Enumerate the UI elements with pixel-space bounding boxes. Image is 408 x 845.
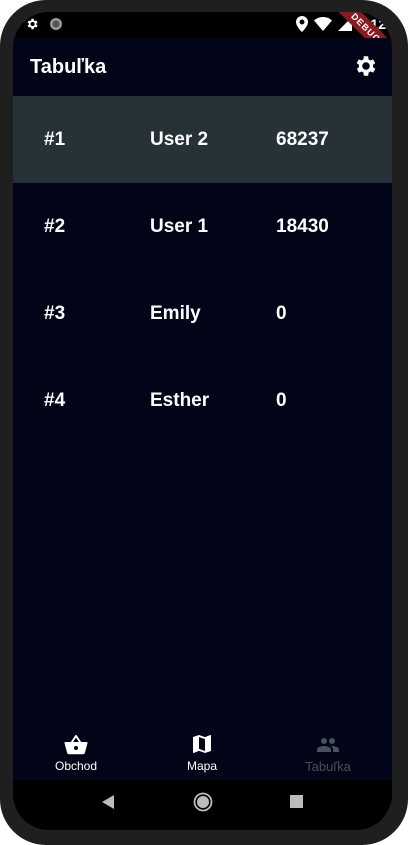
camera-notch <box>153 12 271 38</box>
player-name: User 2 <box>150 129 209 150</box>
system-navigation-bar <box>13 780 392 830</box>
nav-label-tabulka: Tabuľka <box>305 759 351 774</box>
app-bar: Tabuľka <box>13 38 392 96</box>
rank-label: #1 <box>44 129 66 150</box>
status-bar: 1:12 DEBUG <box>13 12 392 68</box>
phone-frame: 1:12 DEBUG Tabuľka #1 User 2 68237 #2 Us… <box>0 0 408 845</box>
leaderboard-row[interactable]: #4 Esther 0 <box>13 357 392 444</box>
rank-label: #3 <box>44 303 66 324</box>
leaderboard-row[interactable]: #1 User 2 68237 <box>13 96 392 183</box>
leaderboard-list: #1 User 2 68237 #2 User 1 18430 #3 Emily… <box>13 96 392 444</box>
player-score: 0 <box>276 390 287 411</box>
map-icon <box>192 735 212 753</box>
back-icon[interactable] <box>101 794 115 810</box>
player-score: 0 <box>276 303 287 324</box>
shopping-basket-icon <box>64 735 88 755</box>
nav-label-obchod: Obchod <box>54 759 98 773</box>
rank-label: #2 <box>44 216 66 237</box>
home-icon[interactable] <box>193 792 213 812</box>
status-left-icons <box>25 17 63 31</box>
nav-label-mapa: Mapa <box>186 759 218 773</box>
screen: 1:12 DEBUG Tabuľka #1 User 2 68237 #2 Us… <box>13 12 392 830</box>
nav-item-mapa[interactable]: Mapa <box>139 722 265 780</box>
settings-gear-status-icon <box>27 18 38 30</box>
rank-label: #4 <box>44 390 66 411</box>
page-title: Tabuľka <box>30 56 107 78</box>
bottom-navigation: Obchod Mapa Tabuľka <box>13 722 392 780</box>
wifi-icon <box>313 17 332 31</box>
player-name: User 1 <box>150 216 209 237</box>
leaderboard-row[interactable]: #2 User 1 18430 <box>13 183 392 270</box>
player-name: Esther <box>150 390 210 411</box>
recent-apps-icon[interactable] <box>290 795 303 808</box>
player-name: Emily <box>150 303 201 324</box>
player-score: 68237 <box>276 129 329 150</box>
nav-item-obchod[interactable]: Obchod <box>13 722 139 780</box>
people-icon <box>317 738 339 752</box>
leaderboard-row[interactable]: #3 Emily 0 <box>13 270 392 357</box>
location-icon <box>295 16 308 32</box>
player-score: 18430 <box>276 216 329 237</box>
record-status-icon <box>50 18 62 30</box>
nav-item-tabulka[interactable]: Tabuľka <box>265 722 391 780</box>
settings-gear-icon[interactable] <box>353 53 379 79</box>
